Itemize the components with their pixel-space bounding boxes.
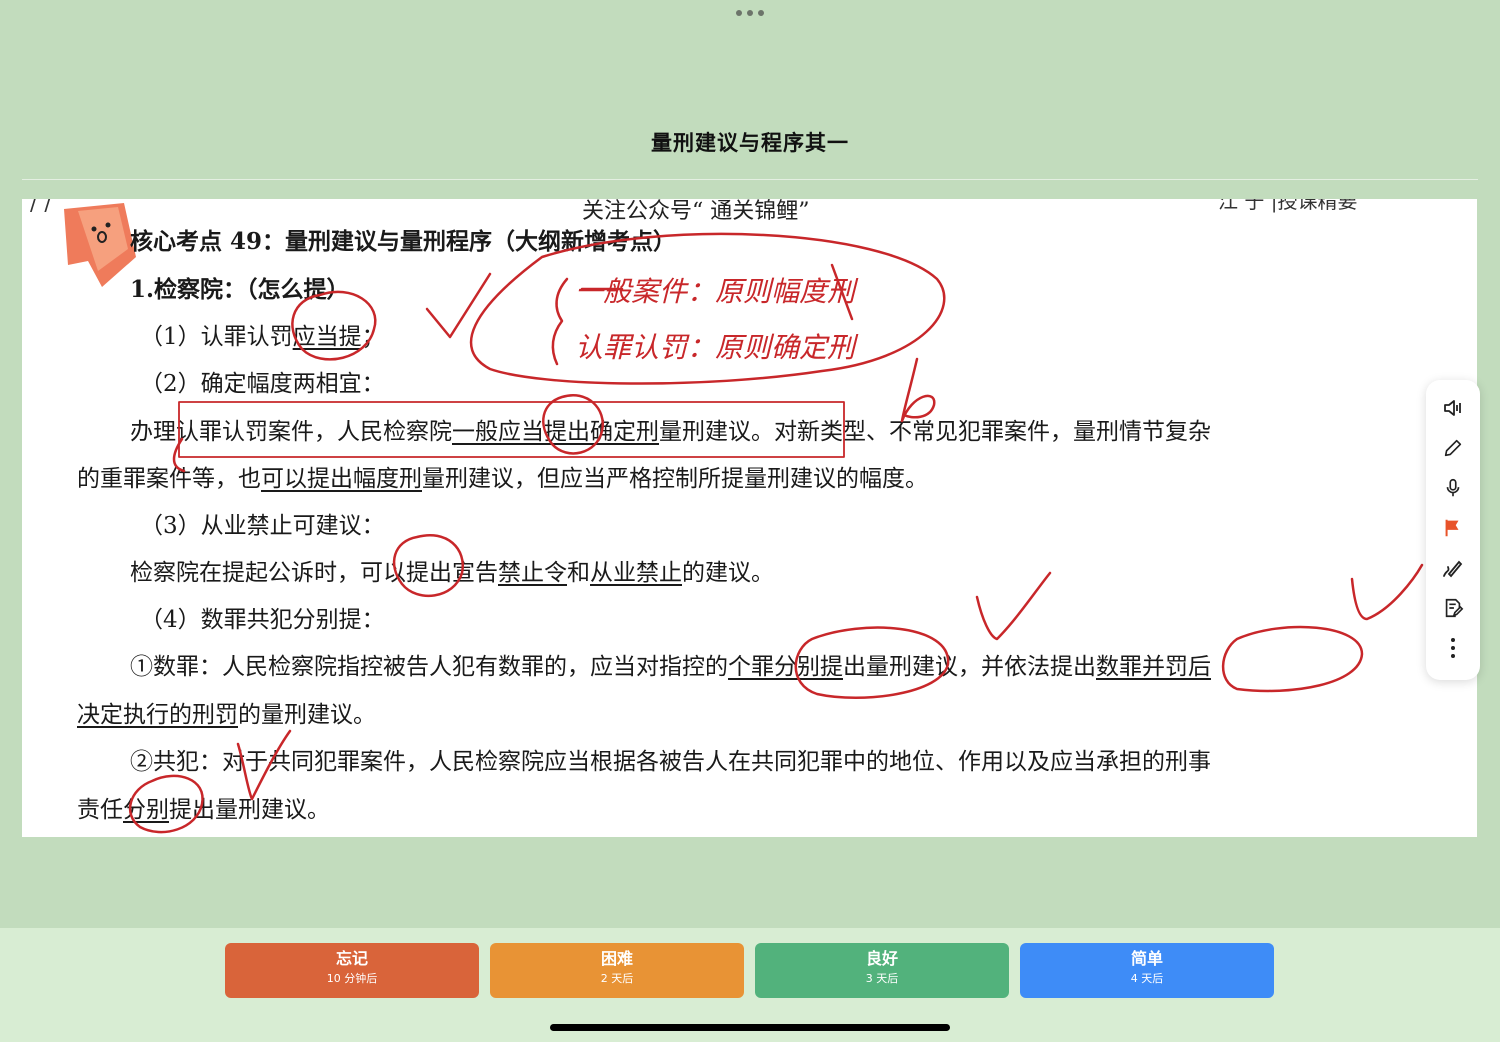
easy-button[interactable]: 简单 4 天后: [1020, 943, 1274, 998]
doc-paragraph: ②共犯：对于共同犯罪案件，人民检察院应当根据各被告人在共同犯罪中的地位、作用以及…: [130, 749, 1211, 775]
side-toolbar: [1426, 380, 1480, 680]
note-edit-icon[interactable]: [1433, 588, 1473, 628]
doc-line-item4: （4）数罪共犯分别提：: [140, 607, 385, 633]
more-options-icon[interactable]: [736, 10, 764, 20]
doc-paragraph: 责任分别提出量刑建议。: [77, 797, 330, 823]
handwriting-line2: 认罪认罚：原则确定刑: [575, 331, 859, 364]
draw-icon[interactable]: [1433, 548, 1473, 588]
handwriting-line1: 一般案件：原则幅度刑: [575, 275, 859, 308]
sticker-icon: [64, 203, 136, 287]
easy-interval: 4 天后: [1130, 972, 1164, 985]
doc-paragraph: ①数罪：人民检察院指控被告人犯有数罪的，应当对指控的个罪分别提出量刑建议，并依法…: [130, 654, 1211, 680]
good-interval: 3 天后: [865, 972, 899, 985]
easy-label: 简单: [1130, 949, 1163, 968]
hard-button[interactable]: 困难 2 天后: [490, 943, 744, 998]
doc-paragraph: 决定执行的刑罚的量刑建议。: [77, 702, 376, 728]
again-interval: 10 分钟后: [326, 972, 378, 985]
section-title: 1.检察院：（怎么提）: [130, 276, 350, 303]
doc-heading: 核心考点 49：量刑建议与量刑程序（大纲新增考点）: [130, 228, 677, 255]
home-indicator[interactable]: [550, 1024, 950, 1031]
speaker-icon[interactable]: [1433, 388, 1473, 428]
doc-paragraph: 的重罪案件等，也可以提出幅度刑量刑建议，但应当严格控制所提量刑建议的幅度。: [77, 466, 928, 492]
doc-header: 关注公众号“ 通关锦鲤”: [582, 199, 810, 224]
good-label: 良好: [865, 949, 898, 968]
title-divider: [22, 179, 1478, 180]
microphone-icon[interactable]: [1433, 468, 1473, 508]
flag-icon[interactable]: [1433, 508, 1473, 548]
pencil-icon[interactable]: [1433, 428, 1473, 468]
doc-paragraph: 办理认罪认罚案件，人民检察院一般应当提出确定刑量刑建议。对新类型、不常见犯罪案件…: [130, 419, 1211, 445]
again-label: 忘记: [335, 949, 368, 968]
note-image: / / 关注公众号“ 通关锦鲤” 江 于 |授课精要 核心考点 49：量刑建议与…: [22, 199, 1477, 837]
hard-interval: 2 天后: [600, 972, 634, 985]
more-icon[interactable]: [1433, 628, 1473, 668]
doc-paragraph: 检察院在提起公诉时，可以提出宣告禁止令和从业禁止的建议。: [130, 560, 774, 586]
doc-header-right: 江 于 |授课精要: [1218, 199, 1358, 213]
rating-bar: 忘记 10 分钟后 困难 2 天后 良好 3 天后 简单 4 天后: [0, 928, 1500, 1042]
doc-line-item1: （1）认罪认罚应当提；: [140, 324, 385, 350]
good-button[interactable]: 良好 3 天后: [755, 943, 1009, 998]
doc-line-item2: （2）确定幅度两相宜：: [140, 371, 385, 397]
again-button[interactable]: 忘记 10 分钟后: [225, 943, 479, 998]
doc-line-item3: （3）从业禁止可建议：: [140, 513, 385, 539]
card-title: 量刑建议与程序其一: [651, 131, 849, 155]
page-margin-mark: / /: [30, 199, 52, 216]
hard-label: 困难: [600, 949, 633, 968]
